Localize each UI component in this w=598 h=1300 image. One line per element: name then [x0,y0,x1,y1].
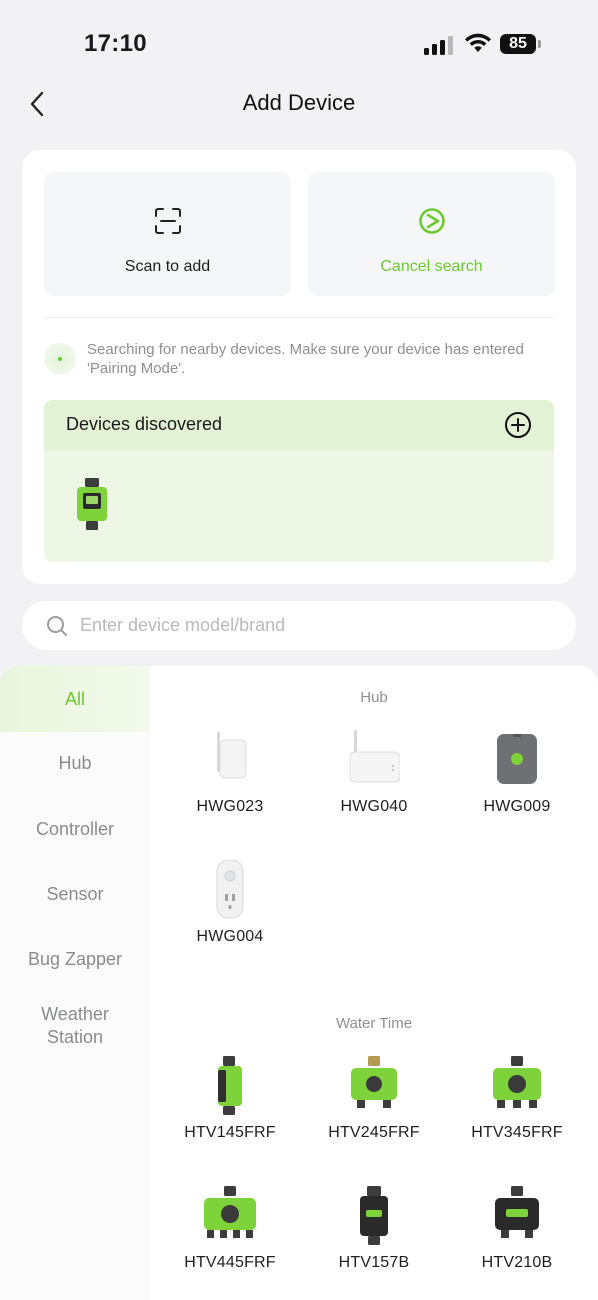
cancel-search-button[interactable]: Cancel search [308,172,555,296]
category-controller[interactable]: Controller [0,819,150,840]
device-label: HWG023 [196,798,264,815]
device-item[interactable]: HTV157B [304,1186,444,1300]
category-hub[interactable]: Hub [0,753,150,774]
add-circle-icon[interactable] [504,411,532,439]
devices-discovered-panel: Devices discovered [44,400,554,562]
scan-to-add-label: Scan to add [124,258,211,275]
device-search-bar [22,601,576,650]
search-icon [47,616,67,636]
device-label: HTV157B [338,1254,410,1271]
water-timer-htv345frf-icon [493,1056,541,1108]
battery-level: 85 [500,34,536,54]
water-timer-htv145frf-icon [218,1056,242,1115]
hub-hwg009-icon [497,734,537,784]
water-timer-htv210b-icon [495,1186,539,1238]
hub-hwg004-plug-icon [216,860,244,919]
cancel-search-label: Cancel search [380,258,483,275]
battery-tip [538,40,541,48]
device-item[interactable]: HWG023 [160,730,300,846]
hub-hwg040-icon [349,730,400,783]
discovered-water-timer-icon[interactable] [74,478,110,530]
devices-discovered-header: Devices discovered [44,400,554,450]
radar-icon [44,343,76,375]
device-item[interactable]: HTV445FRF [160,1186,300,1300]
add-device-card: Scan to add Cancel search Searching for … [22,150,576,584]
scan-to-add-button[interactable]: Scan to add [44,172,291,296]
category-sensor[interactable]: Sensor [0,884,150,905]
section-title-water-time: Water Time [335,1015,413,1032]
device-grid: Hub HWG023 HWG040 HWG009 HWG004 Water Ti… [150,666,598,1300]
search-hint-text: Searching for nearby devices. Make sure … [87,341,524,377]
category-all[interactable]: All [0,666,150,732]
device-item[interactable]: HTV210B [447,1186,587,1300]
wifi-icon [465,33,491,52]
water-timer-htv245frf-icon [351,1056,397,1108]
hub-hwg023-icon [217,732,247,779]
section-title-hub: Hub [360,689,388,706]
cellular-signal-icon [424,35,454,55]
device-label: HTV245FRF [328,1124,420,1141]
status-time: 17:10 [84,30,147,57]
device-item[interactable]: HTV245FRF [304,1056,444,1172]
category-sidebar: All Hub Controller Sensor Bug Zapper Wea… [0,666,150,1300]
device-label: HTV345FRF [471,1124,563,1141]
device-item[interactable]: HWG004 [160,860,300,976]
category-bug-zapper[interactable]: Bug Zapper [0,949,150,970]
devices-discovered-title: Devices discovered [66,414,223,434]
device-label: HTV445FRF [184,1254,276,1271]
search-radar-icon [418,208,445,234]
device-item[interactable]: HTV145FRF [160,1056,300,1172]
category-weather-station[interactable]: Weather Station [25,1003,125,1049]
device-label: HWG040 [340,798,408,815]
water-timer-htv157b-icon [360,1186,388,1245]
divider [44,317,554,318]
water-timer-htv445frf-icon [204,1186,256,1238]
device-label: HTV210B [481,1254,553,1271]
device-label: HWG009 [483,798,551,815]
status-bar: 17:10 85 [0,0,598,80]
scan-icon [154,208,181,234]
device-catalog: All Hub Controller Sensor Bug Zapper Wea… [0,666,598,1300]
device-item[interactable]: HWG040 [304,730,444,846]
device-label: HWG004 [196,928,264,945]
device-label: HTV145FRF [184,1124,276,1141]
device-item[interactable]: HTV345FRF [447,1056,587,1172]
device-item[interactable]: HWG009 [447,730,587,846]
page-title: Add Device [242,90,356,115]
search-input[interactable] [80,601,550,650]
